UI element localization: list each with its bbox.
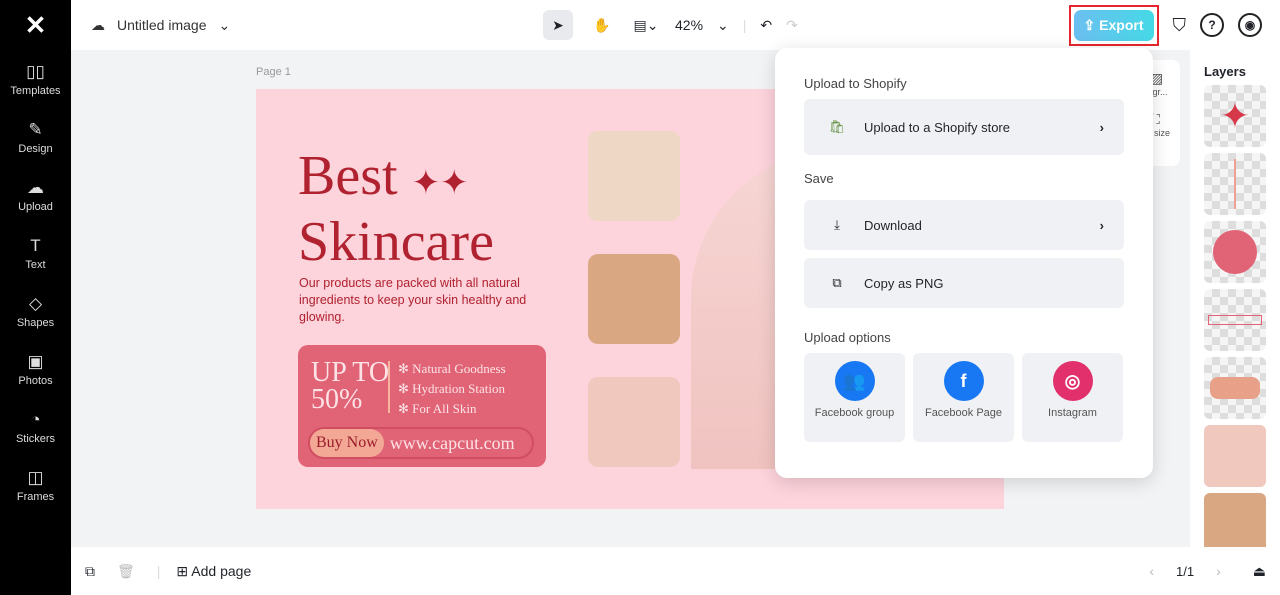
sidebar-item-stickers[interactable]: ◔ Stickers — [0, 398, 71, 456]
upload-icon: ⇪ — [1083, 16, 1100, 33]
layer-line[interactable] — [1204, 153, 1266, 215]
shield-icon[interactable]: ⛉ — [1173, 15, 1187, 36]
layers-panel: Layers ✦ — [1190, 50, 1280, 555]
design-icon: ✎ — [28, 119, 43, 139]
page-label: Page 1 — [256, 66, 291, 78]
photos-icon: ▣ — [27, 351, 44, 371]
bottom-bar: ⧉ 🗑 | ⊞ Add page ‹ 1/1 › ⏏ — [71, 547, 1280, 595]
upload-shopify-button[interactable]: 🛍 Upload to a Shopify store › — [804, 99, 1124, 155]
cloud-save-icon[interactable]: ☁ — [91, 17, 105, 34]
upload-option-1[interactable]: f Facebook Page — [913, 353, 1014, 442]
zoom-chevron-icon[interactable]: ⌄ — [717, 17, 729, 34]
next-page-icon[interactable]: › — [1216, 563, 1221, 579]
sidebar: ✕ ▯▯ Templates ✎ Design ☁ Upload T Text ◇ Shapes ▣… — [0, 0, 71, 595]
layout-button[interactable]: ▤⌄ — [631, 10, 661, 40]
frames-icon: ◫ — [27, 467, 44, 487]
section-upload-options: Upload options — [804, 330, 891, 345]
layer-photo-1[interactable] — [1204, 425, 1266, 487]
undo-icon[interactable]: ↶ — [760, 17, 772, 34]
help-icon[interactable]: ? — [1200, 13, 1224, 37]
page-counter: 1/1 — [1176, 563, 1195, 579]
copy-png-button[interactable]: ⧉ Copy as PNG — [804, 258, 1124, 308]
shopify-icon: 🛍 — [828, 119, 846, 134]
zoom-level[interactable]: 42% — [675, 17, 703, 33]
download-button[interactable]: ⤓ Download › — [804, 200, 1124, 250]
promo-box[interactable]: UP TO 50% ✻ Natural Goodness ✻ Hydration … — [298, 345, 546, 467]
sidebar-item-photos[interactable]: ▣ Photos — [0, 340, 71, 398]
layer-pill[interactable] — [1204, 357, 1266, 419]
hand-tool-button[interactable]: ✋ — [587, 10, 617, 40]
document-title[interactable]: Untitled image — [117, 17, 207, 33]
export-menu: Upload to Shopify 🛍 Upload to a Shopify s… — [775, 48, 1153, 478]
instagram-icon: ◎ — [1052, 361, 1093, 401]
export-button[interactable]: ⇪ Export — [1073, 9, 1154, 41]
sidebar-item-shapes[interactable]: ◇ Shapes — [0, 282, 71, 340]
sidebar-item-design[interactable]: ✎ Design — [0, 108, 71, 166]
download-icon: ⤓ — [834, 217, 840, 232]
foundation-photo[interactable] — [588, 131, 680, 221]
capcut-logo[interactable]: ✕ — [0, 0, 71, 50]
headline[interactable]: Best ✦✦ Skincare — [298, 147, 494, 271]
duplicate-page-icon[interactable]: ⧉ — [85, 563, 95, 580]
shapes-icon: ◇ — [28, 293, 43, 313]
settings-icon[interactable]: ◉ — [1238, 13, 1262, 37]
sidebar-item-text[interactable]: T Text — [0, 224, 71, 282]
upload-option-0[interactable]: 👥 Facebook group — [804, 353, 905, 442]
text-icon: T — [30, 235, 41, 255]
section-save: Save — [804, 171, 834, 186]
buy-now-label[interactable]: Buy Now — [310, 429, 384, 457]
serum-photo[interactable] — [588, 254, 680, 344]
layer-rect-outline[interactable] — [1204, 289, 1266, 351]
chevron-right-icon: › — [1099, 119, 1104, 135]
layers-title: Layers — [1204, 64, 1246, 79]
facebook-icon: f — [943, 361, 984, 401]
add-page-button[interactable]: ⊞ Add page — [176, 563, 251, 580]
upload-option-2[interactable]: ◎ Instagram — [1022, 353, 1123, 442]
layer-sparkle[interactable]: ✦ — [1204, 85, 1266, 147]
top-bar: ☁ Untitled image ⌄ ➤ ✋ ▤⌄ 42% ⌄ | ↶ ↷ ⇪ … — [71, 0, 1280, 50]
section-shopify: Upload to Shopify — [804, 76, 907, 91]
background-icon[interactable]: ▨ — [1150, 70, 1180, 87]
upload-icon: ☁ — [27, 177, 44, 197]
chevron-right-icon: › — [1099, 217, 1104, 233]
redo-icon[interactable]: ↷ — [786, 17, 798, 34]
website-url[interactable]: www.capcut.com — [390, 433, 515, 454]
bottle-photo[interactable] — [588, 377, 680, 467]
layer-circle[interactable] — [1204, 221, 1266, 283]
chevron-down-icon[interactable]: ⌄ — [219, 17, 231, 34]
resize-icon[interactable]: ⛶ — [1150, 111, 1180, 128]
sidebar-item-frames[interactable]: ◫ Frames — [0, 456, 71, 514]
templates-icon: ▯▯ — [26, 61, 45, 81]
copy-icon: ⧉ — [832, 275, 842, 290]
prev-page-icon[interactable]: ‹ — [1149, 563, 1154, 579]
sidebar-item-upload[interactable]: ☁ Upload — [0, 166, 71, 224]
panel-toggle-icon[interactable]: ⏏ — [1253, 563, 1266, 580]
sidebar-item-templates[interactable]: ▯▯ Templates — [0, 50, 71, 108]
delete-icon[interactable]: 🗑 — [117, 563, 135, 580]
facebook-group-icon: 👥 — [834, 361, 875, 401]
select-tool-button[interactable]: ➤ — [543, 10, 573, 40]
layer-photo-2[interactable] — [1204, 493, 1266, 555]
stickers-icon: ◔ — [30, 409, 41, 429]
description-text[interactable]: Our products are packed with all natural… — [299, 275, 549, 326]
